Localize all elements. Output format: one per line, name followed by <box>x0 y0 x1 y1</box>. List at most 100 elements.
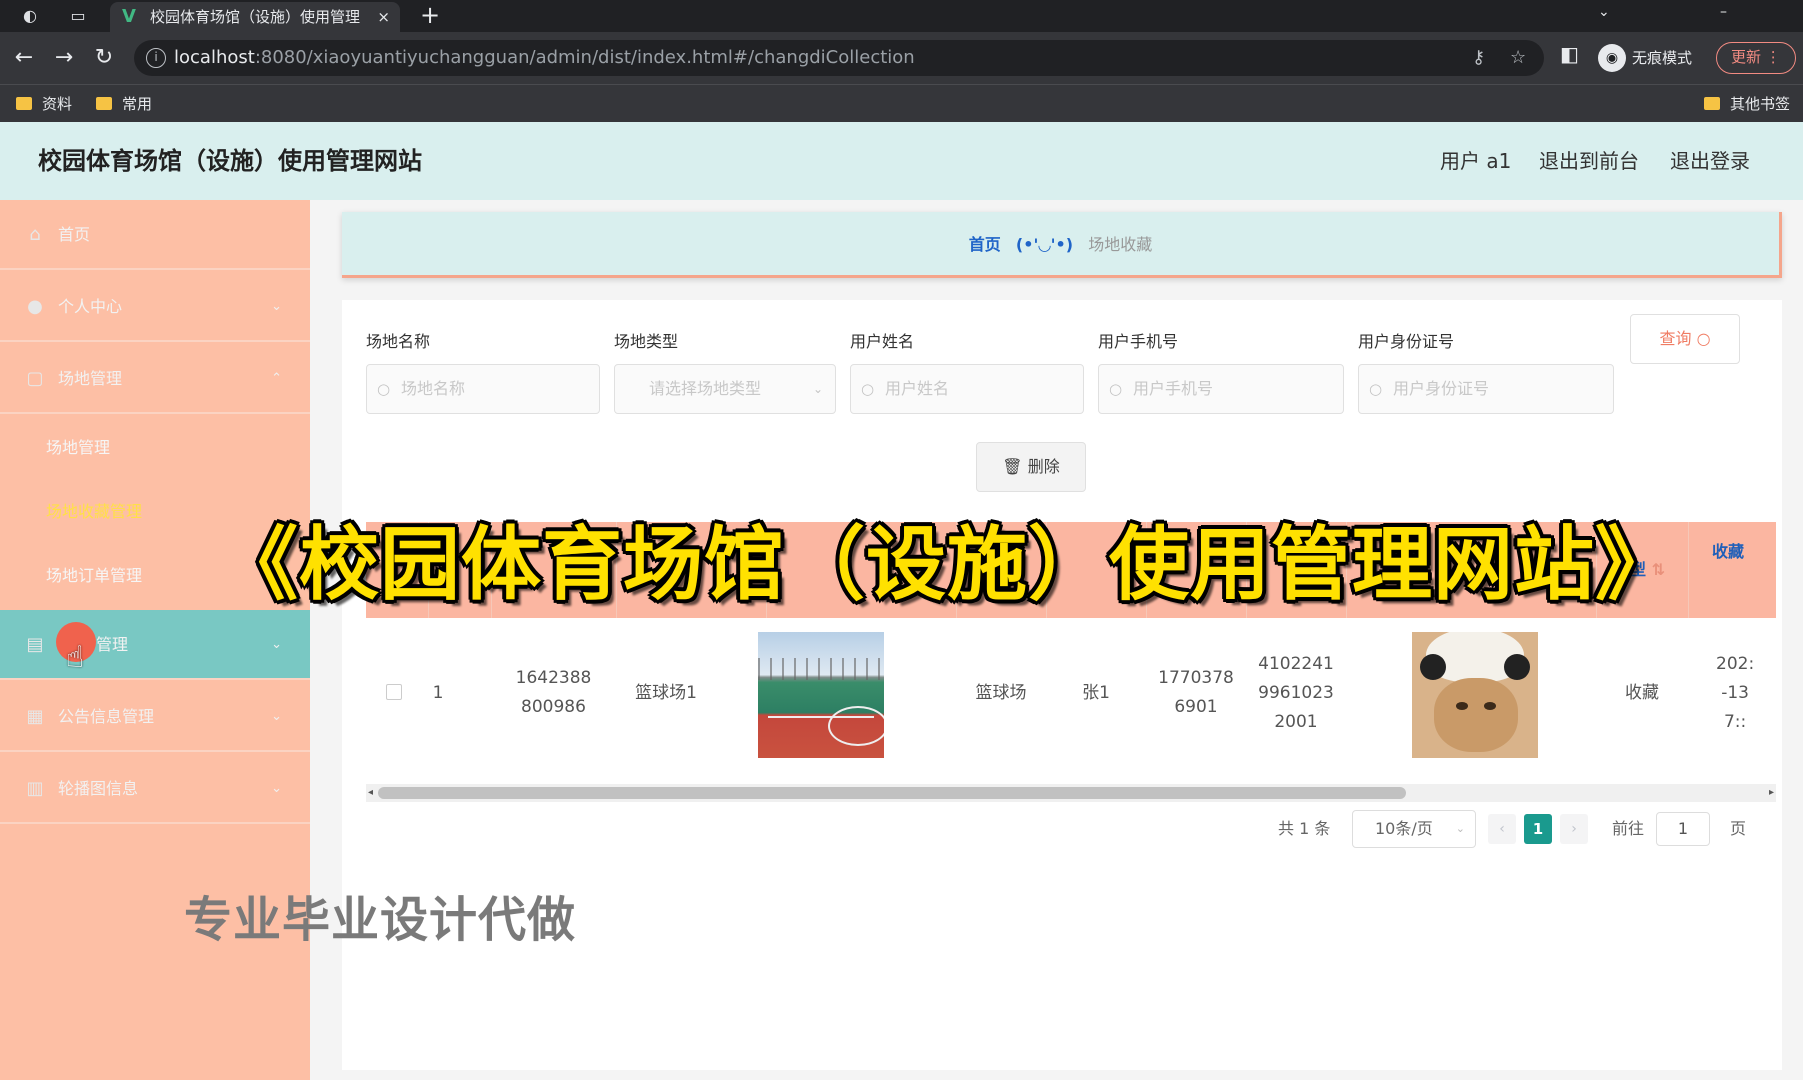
breadcrumb-home[interactable]: 首页 <box>969 235 1001 254</box>
prev-page-icon[interactable]: ‹ <box>1488 814 1516 844</box>
chevron-down-icon: ⌄ <box>812 382 823 396</box>
breadcrumb: 首页 (•'◡'•) 场地收藏 <box>342 212 1782 278</box>
cat-eye-left <box>1456 702 1468 710</box>
sidebar-item-profile[interactable]: ● 个人中心 ⌄ <box>0 272 310 342</box>
scroll-thumb[interactable] <box>378 787 1406 799</box>
page-suffix-label: 页 <box>1730 819 1747 838</box>
vue-logo-icon: V <box>122 6 136 27</box>
overlay-caption: 《校园体育场馆（设施）使用管理网站》 <box>218 518 1676 611</box>
sidebar-item-management[interactable]: ▤ 管理 ⌄ <box>0 610 310 680</box>
table-horizontal-scrollbar[interactable]: ◂ ▸ <box>366 784 1776 802</box>
search-icon: ○ <box>1369 380 1383 398</box>
new-tab-button[interactable]: + <box>420 0 440 30</box>
venue-name-input[interactable]: ○ 场地名称 <box>366 364 600 414</box>
filter-label-user-name: 用户姓名 <box>850 332 915 351</box>
filter-label-venue-name: 场地名称 <box>366 332 431 351</box>
scroll-left-icon[interactable]: ◂ <box>368 784 373 802</box>
sidebar-item-home[interactable]: ⌂ 首页 <box>0 200 310 270</box>
cell-venue-name: 篮球场1 <box>635 682 697 703</box>
window-minimize-icon[interactable]: – <box>1720 0 1727 32</box>
breadcrumb-separator: (•'◡'•) <box>1015 235 1074 254</box>
briefcase-icon: ▤ <box>26 634 44 655</box>
sidebar-item-venue[interactable]: ▢ 场地管理 ⌃ <box>0 344 310 414</box>
table-row[interactable]: 1 1642388 800986 篮球场1 篮球场 张1 1770378 690… <box>366 618 1776 768</box>
cell-number: 1642388 800986 <box>515 668 592 717</box>
cat-eye-right <box>1484 702 1496 710</box>
cell-id-card: 4102241 9961023 2001 <box>1258 653 1334 732</box>
search-icon: ○ <box>1696 329 1711 348</box>
browser-menu-icon[interactable]: ◐ <box>18 4 42 28</box>
query-button[interactable]: 查询 ○ <box>1630 314 1740 364</box>
hand-cursor-icon: ☝ <box>66 640 85 675</box>
url-text[interactable]: localhost:8080/xiaoyuantiyuchangguan/adm… <box>174 40 915 76</box>
home-icon: ⌂ <box>29 224 41 245</box>
search-icon: ○ <box>1109 380 1123 398</box>
user-icon: ● <box>27 296 43 317</box>
site-info-icon[interactable]: i <box>146 48 166 68</box>
address-toolbar: ← → ↻ i localhost:8080/xiaoyuantiyuchang… <box>0 32 1803 84</box>
chevron-down-icon: ⌄ <box>271 637 282 652</box>
cell-collect-time: 202: -13 7:: <box>1716 653 1755 732</box>
cell-index: 1 <box>432 682 444 703</box>
pagination-total: 共 1 条 <box>1278 819 1331 838</box>
sidebar-item-notice[interactable]: ▦ 公告信息管理 ⌄ <box>0 682 310 752</box>
tab-list-chevron-icon[interactable]: ⌄ <box>1598 0 1610 32</box>
id-card-input[interactable]: ○ 用户身份证号 <box>1358 364 1614 414</box>
row-checkbox[interactable] <box>386 684 402 700</box>
other-bookmarks[interactable]: 其他书签 <box>1704 85 1790 123</box>
bookmark-folder-1[interactable]: 资料 <box>16 85 72 123</box>
cat-ear-right <box>1504 654 1530 680</box>
court-arc <box>828 706 884 746</box>
browser-tabstrip: ◐ ▭ V 校园体育场馆（设施）使用管理 × + ⌄ – <box>0 0 1803 32</box>
current-user-label: 用户 a1 <box>1440 149 1512 173</box>
user-name-input[interactable]: ○ 用户姓名 <box>850 364 1084 414</box>
goto-page-input[interactable]: 1 <box>1656 812 1710 846</box>
back-to-front-link[interactable]: 退出到前台 <box>1539 122 1639 200</box>
update-button[interactable]: 更新 ⋮ <box>1716 42 1796 74</box>
filter-label-phone: 用户手机号 <box>1098 332 1179 351</box>
chevron-down-icon: ⌄ <box>271 781 282 796</box>
search-icon: ○ <box>377 380 391 398</box>
page-number-current[interactable]: 1 <box>1524 814 1552 844</box>
venue-type-select[interactable]: 请选择场地类型 ⌄ <box>614 364 836 414</box>
next-page-icon[interactable]: › <box>1560 814 1588 844</box>
reload-icon[interactable]: ↻ <box>90 44 118 72</box>
page-size-select[interactable]: 10条/页 ⌄ <box>1352 810 1476 848</box>
browser-tab-active[interactable]: V 校园体育场馆（设施）使用管理 × <box>110 2 400 32</box>
cat-face <box>1434 678 1518 752</box>
bookmark-folder-2[interactable]: 常用 <box>96 85 152 123</box>
scroll-right-icon[interactable]: ▸ <box>1769 784 1774 802</box>
tab-search-icon[interactable]: ▭ <box>66 4 90 28</box>
filter-label-id-card: 用户身份证号 <box>1358 332 1455 351</box>
incognito-icon: ◉ <box>1598 44 1626 72</box>
side-panel-icon[interactable]: ◧ <box>1560 42 1579 66</box>
clipboard-icon: ▥ <box>26 778 44 799</box>
grid-icon: ▦ <box>26 706 44 727</box>
trash-icon: 🗑 <box>1002 457 1023 476</box>
phone-input[interactable]: ○ 用户手机号 <box>1098 364 1344 414</box>
url-bar[interactable]: i localhost:8080/xiaoyuantiyuchangguan/a… <box>134 40 1544 76</box>
key-icon[interactable]: ⚷ <box>1472 40 1485 76</box>
chevron-down-icon: ⌄ <box>271 299 282 314</box>
back-arrow-icon[interactable]: ← <box>10 44 38 72</box>
venue-icon: ▢ <box>26 368 44 389</box>
sidebar-item-carousel[interactable]: ▥ 轮播图信息 ⌄ <box>0 754 310 824</box>
delete-button[interactable]: 🗑 删除 <box>976 442 1086 492</box>
submenu-venue-manage[interactable]: 场地管理 <box>0 416 310 480</box>
incognito-indicator[interactable]: ◉ 无痕模式 <box>1598 42 1692 74</box>
bookmarks-bar: 资料 常用 其他书签 <box>0 84 1803 122</box>
folder-icon <box>96 97 112 110</box>
bookmark-star-icon[interactable]: ☆ <box>1510 40 1526 76</box>
goto-label: 前往 <box>1612 819 1645 838</box>
court-fence <box>758 658 884 680</box>
column-header-collect-time[interactable]: 收藏 <box>1712 522 1744 582</box>
column-divider <box>1688 522 1689 618</box>
cell-venue-type: 篮球场 <box>975 682 1027 703</box>
folder-icon <box>1704 97 1720 110</box>
tab-close-icon[interactable]: × <box>377 2 390 32</box>
forward-arrow-icon[interactable]: → <box>50 44 78 72</box>
filter-label-venue-type: 场地类型 <box>614 332 679 351</box>
cat-ear-left <box>1420 654 1446 680</box>
logout-link[interactable]: 退出登录 <box>1670 122 1750 200</box>
cell-collect-type: 收藏 <box>1625 682 1659 703</box>
